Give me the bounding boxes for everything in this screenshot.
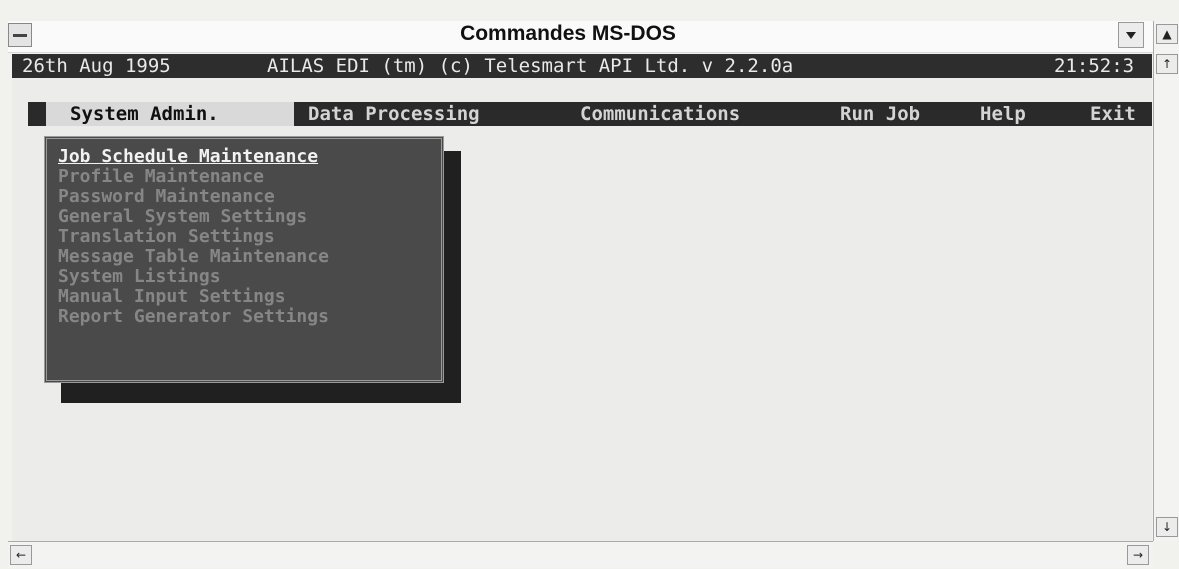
menu-communications[interactable]: Communications [580, 102, 740, 126]
scroll-down-arrow-icon[interactable]: ↓ [1156, 517, 1178, 537]
scroll-right-arrow-icon[interactable]: → [1127, 545, 1149, 565]
system-admin-dropdown: Job Schedule Maintenance Profile Mainten… [44, 136, 444, 383]
dos-screen: 26th Aug 1995 AILAS EDI (tm) (c) Telesma… [12, 54, 1152, 541]
dropdown-item-translation-settings[interactable]: Translation Settings [58, 227, 275, 247]
menu-data-processing[interactable]: Data Processing [308, 102, 480, 126]
horizontal-scrollbar[interactable]: ← → [8, 541, 1153, 568]
menu-run-job[interactable]: Run Job [840, 102, 920, 126]
dropdown-item-general-system-settings[interactable]: General System Settings [58, 207, 307, 227]
menu-exit[interactable]: Exit [1090, 102, 1136, 126]
scroll-up-arrow-icon[interactable]: ▲ [1156, 24, 1178, 44]
dropdown-item-report-generator-settings[interactable]: Report Generator Settings [58, 307, 329, 327]
dropdown-item-manual-input-settings[interactable]: Manual Input Settings [58, 287, 286, 307]
vertical-scrollbar[interactable]: ▲ ↑ ↓ [1153, 21, 1179, 541]
title-bar: Commandes MS-DOS [8, 21, 1179, 53]
msdos-window: Commandes MS-DOS ▲ ↑ ↓ ← → 26th Aug 1995… [8, 21, 1179, 569]
scroll-up-arrow-icon[interactable]: ↑ [1156, 54, 1178, 74]
status-date: 26th Aug 1995 [22, 55, 171, 77]
dropdown-item-profile-maintenance[interactable]: Profile Maintenance [58, 167, 264, 187]
dropdown-item-system-listings[interactable]: System Listings [58, 267, 221, 287]
status-product: AILAS EDI (tm) (c) Telesmart API Ltd. v … [267, 55, 794, 77]
status-bar: 26th Aug 1995 AILAS EDI (tm) (c) Telesma… [12, 54, 1152, 78]
menu-system-admin[interactable]: System Admin. [46, 102, 294, 126]
window-title: Commandes MS-DOS [460, 22, 676, 45]
dropdown-item-password-maintenance[interactable]: Password Maintenance [58, 187, 275, 207]
menu-bar: System Admin. Data Processing Communicat… [28, 102, 1152, 126]
scroll-left-arrow-icon[interactable]: ← [10, 545, 32, 565]
minimize-arrow-icon[interactable] [1118, 22, 1144, 48]
dropdown-item-message-table-maintenance[interactable]: Message Table Maintenance [58, 247, 329, 267]
dropdown-item-job-schedule-maintenance[interactable]: Job Schedule Maintenance [58, 147, 318, 167]
status-time: 21:52:3 [1054, 55, 1135, 77]
menu-help[interactable]: Help [980, 102, 1026, 126]
